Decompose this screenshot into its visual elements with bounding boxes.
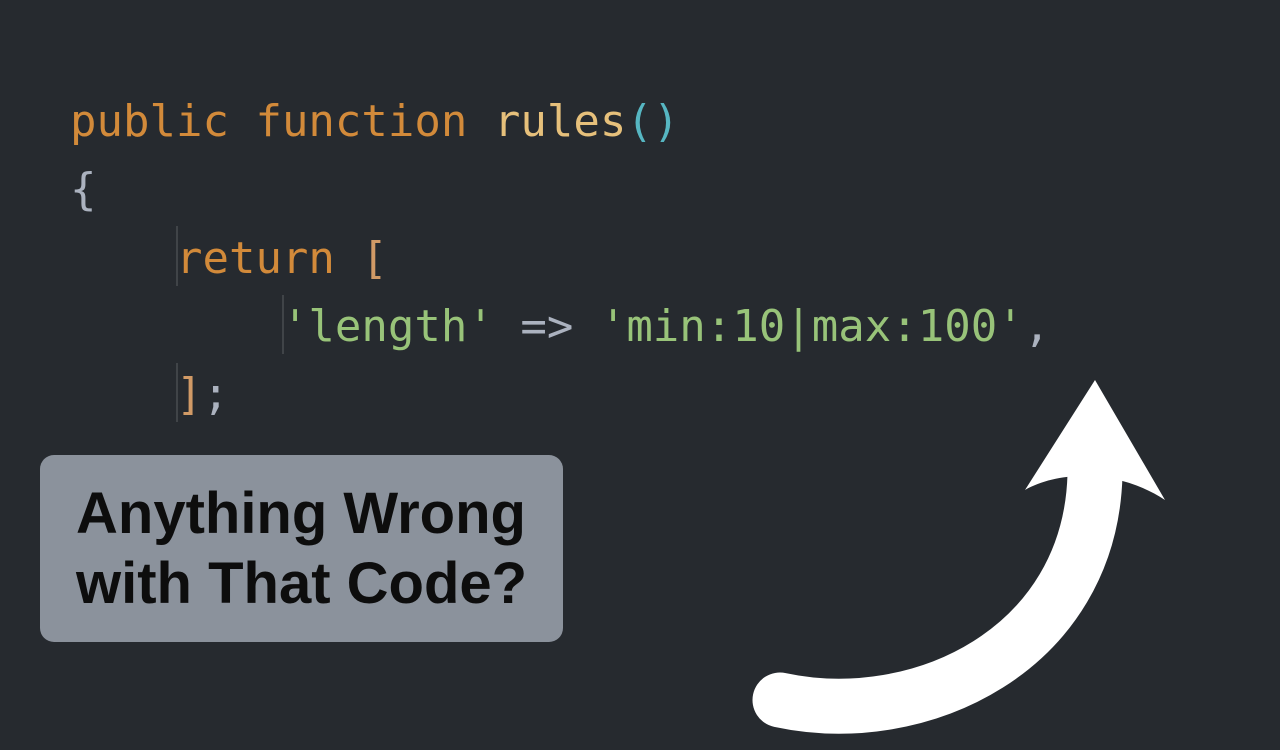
paren-open: ( — [626, 96, 653, 147]
callout-line1: Anything Wrong — [76, 479, 527, 549]
arrow: => — [520, 301, 573, 352]
keyword-public: public — [70, 96, 229, 147]
brace-open: { — [70, 164, 97, 215]
function-name: rules — [494, 96, 626, 147]
bracket-close: ] — [176, 369, 203, 420]
paren-close: ) — [653, 96, 680, 147]
array-value: 'min:10|max:100' — [600, 301, 1024, 352]
comma: , — [1024, 301, 1051, 352]
keyword-return: return — [176, 233, 335, 284]
code-block: public function rules() { return [ 'leng… — [70, 20, 1050, 429]
callout-label: Anything Wrong with That Code? — [40, 455, 563, 642]
array-key: 'length' — [282, 301, 494, 352]
semicolon: ; — [202, 369, 229, 420]
callout-line2: with That Code? — [76, 549, 527, 619]
bracket-open: [ — [361, 233, 388, 284]
keyword-function: function — [255, 96, 467, 147]
